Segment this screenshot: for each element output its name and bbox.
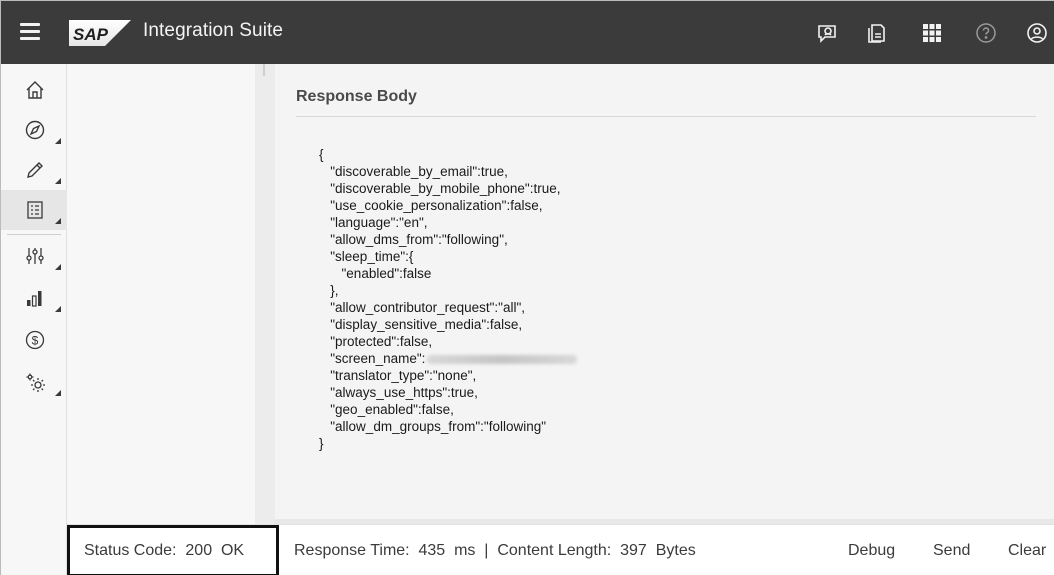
shell-bar: SAP Integration Suite xyxy=(1,1,1054,64)
json-line: "display_sensitive_media":false, xyxy=(319,317,523,332)
json-line: "sleep_time":{ xyxy=(319,249,414,264)
expander-icon xyxy=(55,306,61,312)
expander-icon xyxy=(55,178,61,184)
clear-button[interactable]: Clear xyxy=(1008,542,1046,560)
nav-configure[interactable] xyxy=(1,236,67,276)
nav-design[interactable] xyxy=(1,150,67,190)
notes-icon[interactable] xyxy=(863,19,891,47)
feedback-icon[interactable] xyxy=(813,19,841,47)
side-navigation: $ xyxy=(1,64,67,575)
debug-button[interactable]: Debug xyxy=(848,542,895,560)
json-line: }, xyxy=(319,283,339,298)
test-icon xyxy=(27,201,43,219)
nav-settings[interactable] xyxy=(1,362,67,402)
monitor-icon xyxy=(27,291,42,307)
nav-discover[interactable] xyxy=(1,110,67,150)
json-line: "discoverable_by_mobile_phone":true, xyxy=(319,181,561,196)
json-line: "allow_dms_from":"following", xyxy=(319,232,508,247)
status-code-label: Status Code: 200 OK xyxy=(84,542,245,559)
footer-toolbar: Status Code: 200 OK Response Time: 435 m… xyxy=(67,524,1054,575)
discover-icon xyxy=(25,120,45,140)
json-line: "screen_name": xyxy=(319,350,578,367)
svg-text:$: $ xyxy=(32,334,39,348)
response-body-json: { "discoverable_by_email":true, "discove… xyxy=(319,146,578,452)
json-line: "geo_enabled":false, xyxy=(319,402,454,417)
json-line: "discoverable_by_email":true, xyxy=(319,164,508,179)
pane-splitter[interactable] xyxy=(255,64,275,524)
json-line: { xyxy=(319,147,324,162)
home-icon xyxy=(26,81,44,99)
json-line: "allow_dm_groups_from":"following" xyxy=(319,419,547,434)
expander-icon xyxy=(55,264,61,270)
title-divider xyxy=(296,116,1036,117)
app-title: Integration Suite xyxy=(143,20,284,41)
nav-billing[interactable]: $ xyxy=(1,320,67,360)
nav-test[interactable] xyxy=(1,190,67,230)
menu-icon[interactable] xyxy=(20,23,40,41)
app-window: SAP Integration Suite $ Response Body {… xyxy=(0,0,1054,575)
send-button[interactable]: Send xyxy=(933,542,970,560)
json-line: "always_use_https":true, xyxy=(319,385,478,400)
json-line: "translator_type":"none", xyxy=(319,368,477,383)
expander-icon xyxy=(55,218,61,224)
json-line: "use_cookie_personalization":false, xyxy=(319,198,543,213)
response-body-title: Response Body xyxy=(296,88,417,105)
settings-icon xyxy=(26,373,45,392)
json-line: "language":"en", xyxy=(319,215,428,230)
help-icon[interactable] xyxy=(972,19,1000,47)
json-line: "protected":false, xyxy=(319,334,433,349)
sap-logo: SAP xyxy=(69,20,131,46)
nav-monitor[interactable] xyxy=(1,278,67,318)
user-icon[interactable] xyxy=(1023,19,1051,47)
json-line: "allow_contributor_request":"all", xyxy=(319,300,526,315)
response-panel: Response Body { "discoverable_by_email":… xyxy=(275,64,1054,524)
configure-icon xyxy=(26,248,44,264)
navigation-panel xyxy=(67,64,255,524)
json-line: "enabled":false xyxy=(319,266,432,281)
expander-icon xyxy=(55,138,61,144)
nav-home[interactable] xyxy=(1,70,67,110)
response-info: Response Time: 435 ms | Content Length: … xyxy=(294,542,696,559)
billing-icon: $ xyxy=(25,330,45,350)
expander-icon xyxy=(55,390,61,396)
design-icon xyxy=(27,162,43,178)
json-line: } xyxy=(319,436,324,451)
status-code-box: Status Code: 200 OK xyxy=(67,525,279,575)
redacted-value xyxy=(427,354,578,364)
svg-text:SAP: SAP xyxy=(73,25,109,44)
app-grid-icon[interactable] xyxy=(918,19,946,47)
